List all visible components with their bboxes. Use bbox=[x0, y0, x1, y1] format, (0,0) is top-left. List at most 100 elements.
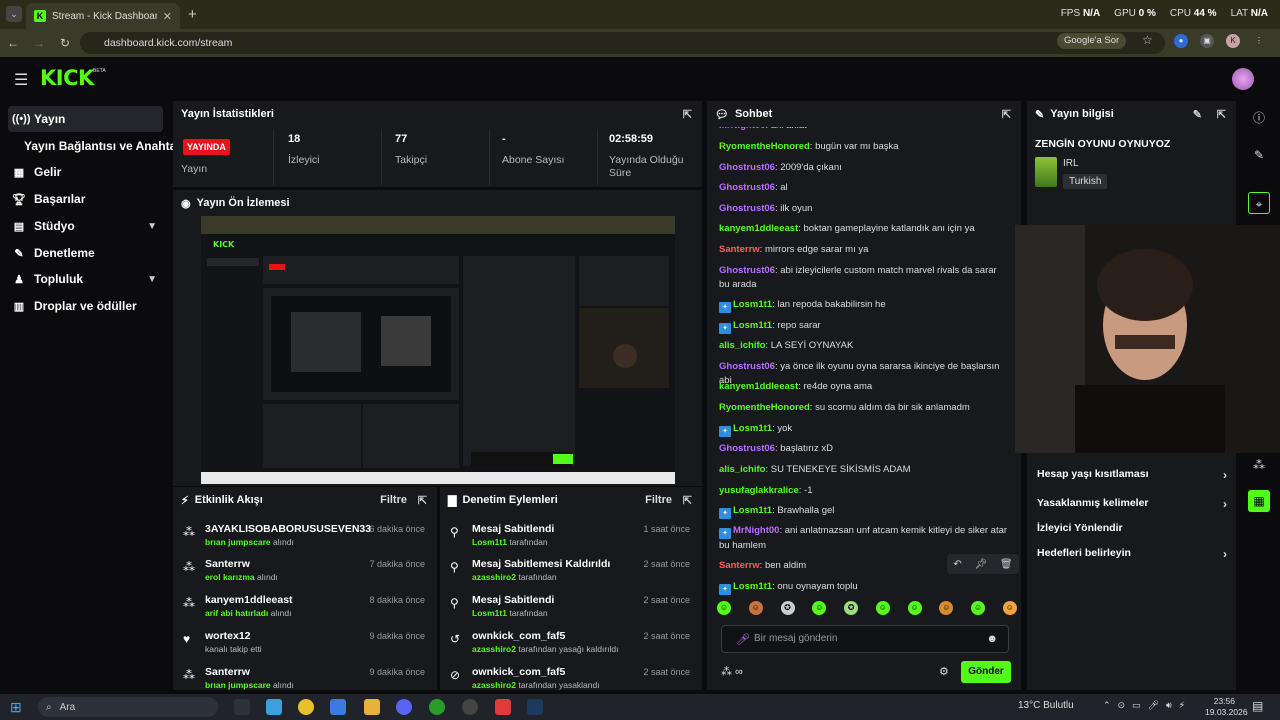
back-icon[interactable]: ← bbox=[0, 36, 26, 50]
chat-message[interactable]: ✦ Losm1t1: Brawhalla gel bbox=[719, 504, 1009, 519]
chat-username[interactable]: Ghostrust06 bbox=[719, 203, 775, 214]
modlog-filter-button[interactable]: Filtre bbox=[645, 494, 672, 506]
emote-icon[interactable]: ☺ bbox=[812, 601, 827, 615]
chat-username[interactable]: Losm1t1 bbox=[733, 320, 772, 331]
extension-icon[interactable]: ● bbox=[1174, 34, 1188, 48]
popout-icon[interactable]: ⇱ bbox=[683, 108, 692, 121]
send-button[interactable]: Gönder bbox=[961, 661, 1011, 683]
chat-message[interactable]: Santerrw: mirrors edge sarar mı ya bbox=[719, 243, 1009, 257]
banned-words-row[interactable]: Yasaklanmış kelimeler › bbox=[1037, 497, 1227, 511]
taskbar-clock[interactable]: 23:56 19.03.2026 bbox=[1205, 696, 1248, 718]
popout-icon[interactable]: ⇱ bbox=[418, 494, 427, 507]
chat-username[interactable]: kanyem1ddleeast bbox=[719, 223, 798, 234]
popout-icon[interactable]: ⇱ bbox=[1002, 108, 1011, 121]
chat-message[interactable]: kanyem1ddleeast: boktan gameplayine katl… bbox=[719, 222, 1009, 236]
emote-icon[interactable]: ☺ bbox=[1002, 601, 1017, 615]
puzzle-icon[interactable]: ▣ bbox=[1200, 34, 1214, 48]
popout-icon[interactable]: ⇱ bbox=[1217, 108, 1226, 121]
emote-icon[interactable]: ✪ bbox=[844, 601, 859, 615]
steam-icon[interactable] bbox=[527, 699, 543, 715]
set-goals-row[interactable]: Hedefleri belirleyin › bbox=[1037, 547, 1227, 561]
sidebar-item-denetleme[interactable]: ✎ Denetleme bbox=[8, 240, 163, 266]
activity-filter-button[interactable]: Filtre bbox=[380, 494, 407, 506]
chat-message[interactable]: Ghostrust06: başlatırız xD bbox=[719, 442, 1009, 456]
chat-message[interactable]: Ghostrust06: al bbox=[719, 181, 1009, 195]
info-icon[interactable]: ⓘ bbox=[1248, 107, 1270, 129]
chat-message[interactable]: Ghostrust06: abi izleyicilerle custom ma… bbox=[719, 264, 1009, 292]
chat-message[interactable]: ✦ Losm1t1: onu oynayam toplu bbox=[719, 580, 1009, 595]
chat-username[interactable]: Losm1t1 bbox=[733, 505, 772, 516]
chat-message[interactable]: alis_ichifo: SU TENEKEYE SİKİSMİS ADAM bbox=[719, 463, 1009, 477]
chat-username[interactable]: Losm1t1 bbox=[733, 581, 772, 592]
windows-start-icon[interactable]: ⊞ bbox=[10, 699, 22, 716]
browser-tab[interactable]: K Stream - Kick Dashboard ✕ bbox=[26, 3, 180, 29]
chat-message[interactable]: RyomentheHonored: su scornu aldım da bir… bbox=[719, 401, 1009, 415]
chat-username[interactable]: Santerrw bbox=[719, 244, 760, 255]
forward-icon[interactable]: → bbox=[26, 36, 52, 50]
popout-icon[interactable]: ⇱ bbox=[683, 494, 692, 507]
account-age-restriction-row[interactable]: Hesap yaşı kısıtlaması › bbox=[1037, 468, 1227, 482]
chat-username[interactable]: Ghostrust06 bbox=[719, 182, 775, 193]
chat-username[interactable]: Ghostrust06 bbox=[719, 162, 775, 173]
chat-username[interactable]: alis_ichifo bbox=[719, 340, 765, 351]
bookmark-star-icon[interactable]: ☆ bbox=[1142, 33, 1153, 47]
emote-icon[interactable]: ☺ bbox=[907, 601, 922, 615]
xbox-icon[interactable] bbox=[429, 699, 445, 715]
chat-message[interactable]: ✦ Losm1t1: lan repoda bakabilirsin he bbox=[719, 298, 1009, 313]
sidebar-item-basarilar[interactable]: 🏆︎ Başarılar bbox=[8, 186, 163, 212]
undo-icon[interactable]: ↶ bbox=[953, 559, 961, 570]
camera-focus-icon[interactable]: ⌖ bbox=[1248, 192, 1270, 214]
obs-icon[interactable] bbox=[462, 699, 478, 715]
new-tab-button[interactable]: + bbox=[188, 6, 197, 23]
chat-username[interactable]: Ghostrust06 bbox=[719, 361, 775, 372]
browser-menu-icon[interactable]: ⋮ bbox=[1252, 34, 1266, 48]
edit-icon[interactable]: ✎ bbox=[1193, 108, 1202, 121]
clapperboard-icon[interactable]: ▦ bbox=[1248, 490, 1270, 512]
chat-username[interactable]: Santerrw bbox=[719, 560, 760, 571]
chat-input[interactable]: 🎤︎ Bir mesaj gönderin ☻ bbox=[721, 625, 1009, 653]
app-icon[interactable] bbox=[330, 699, 346, 715]
valorant-icon[interactable] bbox=[495, 699, 511, 715]
points-icon[interactable]: ⁂ bbox=[1248, 454, 1270, 476]
discord-icon[interactable] bbox=[396, 699, 412, 715]
copilot-icon[interactable] bbox=[266, 699, 282, 715]
chat-message[interactable]: yusufaglakkralice: -1 bbox=[719, 484, 1009, 498]
chat-username[interactable]: Ghostrust06 bbox=[719, 443, 775, 454]
chrome-icon[interactable] bbox=[298, 699, 314, 715]
emote-icon[interactable]: ☺ bbox=[717, 601, 731, 615]
chat-username[interactable]: RyomentheHonored bbox=[719, 402, 810, 413]
chat-username[interactable]: Losm1t1 bbox=[733, 423, 772, 434]
system-tray[interactable]: ⌃ ⊙ ▭ 🎤︎ 🔊︎ ⚡︎ bbox=[1103, 700, 1185, 711]
kick-logo[interactable]: KICK bbox=[40, 66, 94, 90]
tab-list-button[interactable]: ⌄ bbox=[6, 6, 22, 22]
emote-icon[interactable]: ☺ bbox=[748, 601, 763, 615]
sidebar-item-gelir[interactable]: ▦ Gelir bbox=[8, 159, 163, 185]
sidebar-item-stream-key[interactable]: Yayın Bağlantısı ve Anahtarı bbox=[8, 133, 184, 159]
chat-username[interactable]: MrNight00 bbox=[733, 525, 779, 536]
chat-message[interactable]: alis_ichifo: LA SEYİ OYNAYAK bbox=[719, 339, 1009, 353]
chat-username[interactable]: RyomentheHonored bbox=[719, 141, 810, 152]
chat-message[interactable]: ✦ Losm1t1: yok bbox=[719, 422, 1009, 437]
sidebar-item-topluluk[interactable]: ♟ Topluluk ▼ bbox=[8, 266, 163, 292]
file-explorer-icon[interactable] bbox=[364, 699, 380, 715]
sidebar-item-droplar[interactable]: ▥ Droplar ve ödüller bbox=[8, 293, 163, 319]
chat-message[interactable]: RyomentheHonored: bugün var mı başka bbox=[719, 140, 1009, 154]
taskbar-search[interactable]: ⌕ Ara bbox=[38, 697, 218, 717]
chat-settings-icon[interactable]: ⚙ bbox=[939, 665, 949, 678]
delete-icon[interactable]: 🗑︎ bbox=[1000, 559, 1013, 570]
chat-message[interactable]: Ghostrust06: ilk oyun bbox=[719, 202, 1009, 216]
reload-icon[interactable]: ↻ bbox=[52, 36, 78, 50]
pin-icon[interactable]: 📌︎ bbox=[974, 559, 987, 570]
chat-message[interactable]: ✦ Losm1t1: repo sarar bbox=[719, 319, 1009, 334]
host-viewers-row[interactable]: İzleyici Yönlendir bbox=[1037, 522, 1123, 534]
chat-message[interactable]: Ghostrust06: 2009'da çıkanı bbox=[719, 161, 1009, 175]
sidebar-item-studyo[interactable]: ▤ Stüdyo ▼ bbox=[8, 213, 163, 239]
chat-username[interactable]: Losm1t1 bbox=[733, 299, 772, 310]
profile-avatar[interactable]: K bbox=[1226, 34, 1240, 48]
url-bar[interactable]: dashboard.kick.com/stream bbox=[80, 32, 1165, 54]
menu-icon[interactable]: ☰ bbox=[14, 70, 28, 90]
sidebar-item-yayin[interactable]: ((•)) Yayın bbox=[8, 106, 163, 132]
google-ask-button[interactable]: Google'a Sor bbox=[1057, 33, 1127, 49]
chat-message[interactable]: kanyem1ddleeast: re4de oyna ama bbox=[719, 380, 1009, 394]
close-tab-icon[interactable]: ✕ bbox=[163, 10, 172, 23]
